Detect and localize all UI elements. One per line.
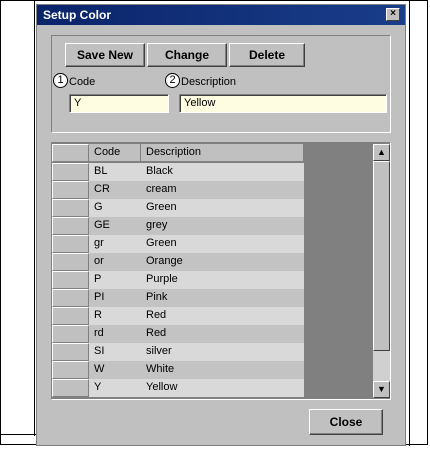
description-cell[interactable]: Pink [141, 289, 304, 307]
save-new-button[interactable]: Save New [65, 43, 145, 67]
row-selector[interactable] [52, 289, 89, 307]
code-cell[interactable]: G [89, 199, 141, 217]
row-selector[interactable] [52, 379, 89, 397]
row-selector[interactable] [52, 199, 89, 217]
table-row[interactable]: SI silver [52, 343, 304, 361]
column-header-code[interactable]: Code [89, 144, 141, 162]
table-row[interactable]: CR cream [52, 181, 304, 199]
description-cell[interactable]: Green [141, 199, 304, 217]
code-cell[interactable]: CR [89, 181, 141, 199]
vertical-scrollbar[interactable]: ▲ ▼ [373, 144, 390, 398]
code-cell[interactable]: BL [89, 163, 141, 181]
color-grid[interactable]: Code Description BL Black CR cream G Green GE g… [51, 142, 391, 400]
description-cell[interactable]: White [141, 361, 304, 379]
description-cell[interactable]: Red [141, 325, 304, 343]
code-cell[interactable]: or [89, 253, 141, 271]
change-button[interactable]: Change [147, 43, 227, 67]
header-selector-cell [52, 144, 89, 162]
description-cell[interactable]: silver [141, 343, 304, 361]
description-cell[interactable]: cream [141, 181, 304, 199]
row-selector[interactable] [52, 325, 89, 343]
callout-badge-2: 2 [165, 73, 180, 88]
setup-color-window: Setup Color × Save New Change Delete 1 C… [36, 4, 406, 446]
table-row[interactable]: BL Black [52, 163, 304, 181]
description-cell[interactable]: Red [141, 307, 304, 325]
row-selector[interactable] [52, 181, 89, 199]
row-selector[interactable] [52, 271, 89, 289]
scroll-thumb[interactable] [373, 161, 390, 351]
table-row[interactable]: P Purple [52, 271, 304, 289]
table-row[interactable]: rd Red [52, 325, 304, 343]
outer-divider-left [34, 0, 35, 436]
code-label: Code [69, 76, 96, 88]
description-cell[interactable]: Yellow [141, 379, 304, 397]
description-cell[interactable]: grey [141, 217, 304, 235]
row-selector[interactable] [52, 235, 89, 253]
row-selector[interactable] [52, 163, 89, 181]
table-row[interactable]: R Red [52, 307, 304, 325]
table-row[interactable]: W White [52, 361, 304, 379]
close-button[interactable]: Close [309, 409, 383, 435]
scroll-up-icon[interactable]: ▲ [373, 144, 390, 161]
description-cell[interactable]: Black [141, 163, 304, 181]
code-cell[interactable]: PI [89, 289, 141, 307]
column-header-description[interactable]: Description [141, 144, 304, 162]
code-cell[interactable]: R [89, 307, 141, 325]
title-bar: Setup Color × [37, 5, 405, 25]
table-row[interactable]: GE grey [52, 217, 304, 235]
grid-header: Code Description [52, 144, 304, 163]
code-cell[interactable]: GE [89, 217, 141, 235]
scroll-down-icon[interactable]: ▼ [373, 381, 390, 398]
callout-badge-1: 1 [53, 73, 68, 88]
description-cell[interactable]: Orange [141, 253, 304, 271]
table-row[interactable]: PI Pink [52, 289, 304, 307]
delete-button[interactable]: Delete [229, 43, 305, 67]
table-row[interactable]: gr Green [52, 235, 304, 253]
table-row[interactable]: Y Yellow [52, 379, 304, 397]
code-cell[interactable]: Y [89, 379, 141, 397]
code-cell[interactable]: P [89, 271, 141, 289]
close-icon[interactable]: × [386, 8, 400, 21]
code-cell[interactable]: gr [89, 235, 141, 253]
description-cell[interactable]: Green [141, 235, 304, 253]
window-title: Setup Color [43, 8, 111, 22]
description-label: Description [181, 76, 237, 88]
row-selector[interactable] [52, 217, 89, 235]
row-selector[interactable] [52, 307, 89, 325]
outer-bottom-line [0, 434, 36, 435]
code-cell[interactable]: W [89, 361, 141, 379]
code-cell[interactable]: SI [89, 343, 141, 361]
row-selector[interactable] [52, 253, 89, 271]
description-field[interactable]: Yellow [179, 94, 387, 113]
description-cell[interactable]: Purple [141, 271, 304, 289]
row-selector[interactable] [52, 361, 89, 379]
table-row[interactable]: G Green [52, 199, 304, 217]
table-row[interactable]: or Orange [52, 253, 304, 271]
code-cell[interactable]: rd [89, 325, 141, 343]
outer-divider-right [409, 0, 410, 446]
code-field[interactable]: Y [69, 94, 169, 113]
row-selector[interactable] [52, 343, 89, 361]
